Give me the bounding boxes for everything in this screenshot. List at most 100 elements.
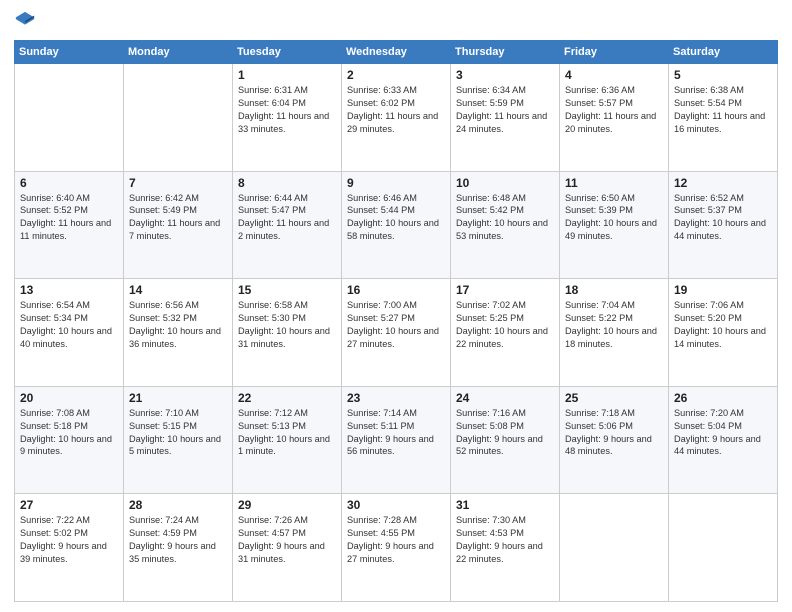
cell-info: Sunrise: 7:22 AM Sunset: 5:02 PM Dayligh… xyxy=(20,514,118,566)
cell-4-4: 31 Sunrise: 7:30 AM Sunset: 4:53 PM Dayli… xyxy=(451,494,560,602)
cell-info: Sunrise: 7:30 AM Sunset: 4:53 PM Dayligh… xyxy=(456,514,554,566)
cell-day: 5 xyxy=(674,68,772,82)
cell-1-5: 11 Sunrise: 6:50 AM Sunset: 5:39 PM Dayli… xyxy=(560,171,669,279)
cell-day: 10 xyxy=(456,176,554,190)
cell-day: 4 xyxy=(565,68,663,82)
week-row-2: 13 Sunrise: 6:54 AM Sunset: 5:34 PM Dayli… xyxy=(15,279,778,387)
cell-info: Sunrise: 7:16 AM Sunset: 5:08 PM Dayligh… xyxy=(456,407,554,459)
cell-3-5: 25 Sunrise: 7:18 AM Sunset: 5:06 PM Dayli… xyxy=(560,386,669,494)
logo xyxy=(14,10,40,32)
cell-info: Sunrise: 7:20 AM Sunset: 5:04 PM Dayligh… xyxy=(674,407,772,459)
cell-2-1: 14Sunrise: 6:56 AM Sunset: 5:32 PM Dayli… xyxy=(124,279,233,387)
cell-day: 2 xyxy=(347,68,445,82)
cell-info: Sunrise: 6:31 AM Sunset: 6:04 PM Dayligh… xyxy=(238,84,336,136)
cell-info: Sunrise: 6:40 AM Sunset: 5:52 PM Dayligh… xyxy=(20,192,118,244)
cell-0-2: 1 Sunrise: 6:31 AM Sunset: 6:04 PM Daylig… xyxy=(233,64,342,172)
cell-4-5 xyxy=(560,494,669,602)
cell-4-0: 27 Sunrise: 7:22 AM Sunset: 5:02 PM Dayli… xyxy=(15,494,124,602)
cell-day: 11 xyxy=(565,176,663,190)
cell-day: 8 xyxy=(238,176,336,190)
page: SundayMondayTuesdayWednesdayThursdayFrid… xyxy=(0,0,792,612)
cell-day: 1 xyxy=(238,68,336,82)
col-header-saturday: Saturday xyxy=(669,41,778,64)
cell-info: Sunrise: 6:33 AM Sunset: 6:02 PM Dayligh… xyxy=(347,84,445,136)
col-header-thursday: Thursday xyxy=(451,41,560,64)
cell-day: 16 xyxy=(347,283,445,297)
cell-3-0: 20Sunrise: 7:08 AM Sunset: 5:18 PM Dayli… xyxy=(15,386,124,494)
cell-day: 6 xyxy=(20,176,118,190)
cell-info: Sunrise: 6:54 AM Sunset: 5:34 PM Dayligh… xyxy=(20,299,118,351)
cell-2-0: 13 Sunrise: 6:54 AM Sunset: 5:34 PM Dayli… xyxy=(15,279,124,387)
cell-1-0: 6 Sunrise: 6:40 AM Sunset: 5:52 PM Daylig… xyxy=(15,171,124,279)
cell-info: Sunrise: 7:24 AM Sunset: 4:59 PM Dayligh… xyxy=(129,514,227,566)
cell-info: Sunrise: 7:00 AM Sunset: 5:27 PM Dayligh… xyxy=(347,299,445,351)
week-row-1: 6 Sunrise: 6:40 AM Sunset: 5:52 PM Daylig… xyxy=(15,171,778,279)
cell-day: 23 xyxy=(347,391,445,405)
cell-day: 21 xyxy=(129,391,227,405)
header-row: SundayMondayTuesdayWednesdayThursdayFrid… xyxy=(15,41,778,64)
col-header-wednesday: Wednesday xyxy=(342,41,451,64)
cell-3-4: 24 Sunrise: 7:16 AM Sunset: 5:08 PM Dayli… xyxy=(451,386,560,494)
cell-0-5: 4 Sunrise: 6:36 AM Sunset: 5:57 PM Daylig… xyxy=(560,64,669,172)
cell-day: 17 xyxy=(456,283,554,297)
cell-day: 14 xyxy=(129,283,227,297)
cell-info: Sunrise: 6:42 AM Sunset: 5:49 PM Dayligh… xyxy=(129,192,227,244)
col-header-tuesday: Tuesday xyxy=(233,41,342,64)
cell-0-3: 2 Sunrise: 6:33 AM Sunset: 6:02 PM Daylig… xyxy=(342,64,451,172)
cell-2-3: 16 Sunrise: 7:00 AM Sunset: 5:27 PM Dayli… xyxy=(342,279,451,387)
cell-2-2: 15Sunrise: 6:58 AM Sunset: 5:30 PM Dayli… xyxy=(233,279,342,387)
cell-info: Sunrise: 7:04 AM Sunset: 5:22 PM Dayligh… xyxy=(565,299,663,351)
cell-info: Sunrise: 6:48 AM Sunset: 5:42 PM Dayligh… xyxy=(456,192,554,244)
header xyxy=(14,10,778,32)
cell-info: Sunrise: 7:18 AM Sunset: 5:06 PM Dayligh… xyxy=(565,407,663,459)
cell-day: 15 xyxy=(238,283,336,297)
cell-day: 13 xyxy=(20,283,118,297)
cell-1-6: 12Sunrise: 6:52 AM Sunset: 5:37 PM Dayli… xyxy=(669,171,778,279)
cell-1-4: 10 Sunrise: 6:48 AM Sunset: 5:42 PM Dayli… xyxy=(451,171,560,279)
cell-0-4: 3Sunrise: 6:34 AM Sunset: 5:59 PM Daylig… xyxy=(451,64,560,172)
cell-day: 30 xyxy=(347,498,445,512)
cell-1-1: 7Sunrise: 6:42 AM Sunset: 5:49 PM Daylig… xyxy=(124,171,233,279)
cell-day: 18 xyxy=(565,283,663,297)
cell-day: 9 xyxy=(347,176,445,190)
cell-info: Sunrise: 6:44 AM Sunset: 5:47 PM Dayligh… xyxy=(238,192,336,244)
cell-day: 22 xyxy=(238,391,336,405)
cell-day: 24 xyxy=(456,391,554,405)
cell-0-6: 5 Sunrise: 6:38 AM Sunset: 5:54 PM Daylig… xyxy=(669,64,778,172)
cell-info: Sunrise: 6:38 AM Sunset: 5:54 PM Dayligh… xyxy=(674,84,772,136)
cell-day: 20 xyxy=(20,391,118,405)
col-header-sunday: Sunday xyxy=(15,41,124,64)
cell-3-2: 22 Sunrise: 7:12 AM Sunset: 5:13 PM Dayli… xyxy=(233,386,342,494)
calendar-body: 1 Sunrise: 6:31 AM Sunset: 6:04 PM Daylig… xyxy=(15,64,778,602)
cell-info: Sunrise: 6:46 AM Sunset: 5:44 PM Dayligh… xyxy=(347,192,445,244)
calendar-table: SundayMondayTuesdayWednesdayThursdayFrid… xyxy=(14,40,778,602)
cell-day: 26 xyxy=(674,391,772,405)
cell-day: 31 xyxy=(456,498,554,512)
cell-info: Sunrise: 6:36 AM Sunset: 5:57 PM Dayligh… xyxy=(565,84,663,136)
cell-info: Sunrise: 7:10 AM Sunset: 5:15 PM Dayligh… xyxy=(129,407,227,459)
cell-info: Sunrise: 7:26 AM Sunset: 4:57 PM Dayligh… xyxy=(238,514,336,566)
cell-4-2: 29Sunrise: 7:26 AM Sunset: 4:57 PM Dayli… xyxy=(233,494,342,602)
cell-1-2: 8 Sunrise: 6:44 AM Sunset: 5:47 PM Daylig… xyxy=(233,171,342,279)
cell-2-6: 19 Sunrise: 7:06 AM Sunset: 5:20 PM Dayli… xyxy=(669,279,778,387)
week-row-4: 27 Sunrise: 7:22 AM Sunset: 5:02 PM Dayli… xyxy=(15,494,778,602)
cell-day: 19 xyxy=(674,283,772,297)
cell-info: Sunrise: 7:12 AM Sunset: 5:13 PM Dayligh… xyxy=(238,407,336,459)
cell-info: Sunrise: 6:52 AM Sunset: 5:37 PM Dayligh… xyxy=(674,192,772,244)
cell-info: Sunrise: 7:06 AM Sunset: 5:20 PM Dayligh… xyxy=(674,299,772,351)
cell-info: Sunrise: 7:28 AM Sunset: 4:55 PM Dayligh… xyxy=(347,514,445,566)
cell-info: Sunrise: 7:02 AM Sunset: 5:25 PM Dayligh… xyxy=(456,299,554,351)
calendar-header: SundayMondayTuesdayWednesdayThursdayFrid… xyxy=(15,41,778,64)
cell-day: 3 xyxy=(456,68,554,82)
cell-day: 27 xyxy=(20,498,118,512)
cell-1-3: 9 Sunrise: 6:46 AM Sunset: 5:44 PM Daylig… xyxy=(342,171,451,279)
cell-4-6 xyxy=(669,494,778,602)
cell-2-4: 17 Sunrise: 7:02 AM Sunset: 5:25 PM Dayli… xyxy=(451,279,560,387)
cell-4-1: 28Sunrise: 7:24 AM Sunset: 4:59 PM Dayli… xyxy=(124,494,233,602)
cell-info: Sunrise: 6:50 AM Sunset: 5:39 PM Dayligh… xyxy=(565,192,663,244)
cell-info: Sunrise: 7:14 AM Sunset: 5:11 PM Dayligh… xyxy=(347,407,445,459)
cell-3-6: 26 Sunrise: 7:20 AM Sunset: 5:04 PM Dayli… xyxy=(669,386,778,494)
cell-3-3: 23 Sunrise: 7:14 AM Sunset: 5:11 PM Dayli… xyxy=(342,386,451,494)
col-header-monday: Monday xyxy=(124,41,233,64)
cell-day: 25 xyxy=(565,391,663,405)
